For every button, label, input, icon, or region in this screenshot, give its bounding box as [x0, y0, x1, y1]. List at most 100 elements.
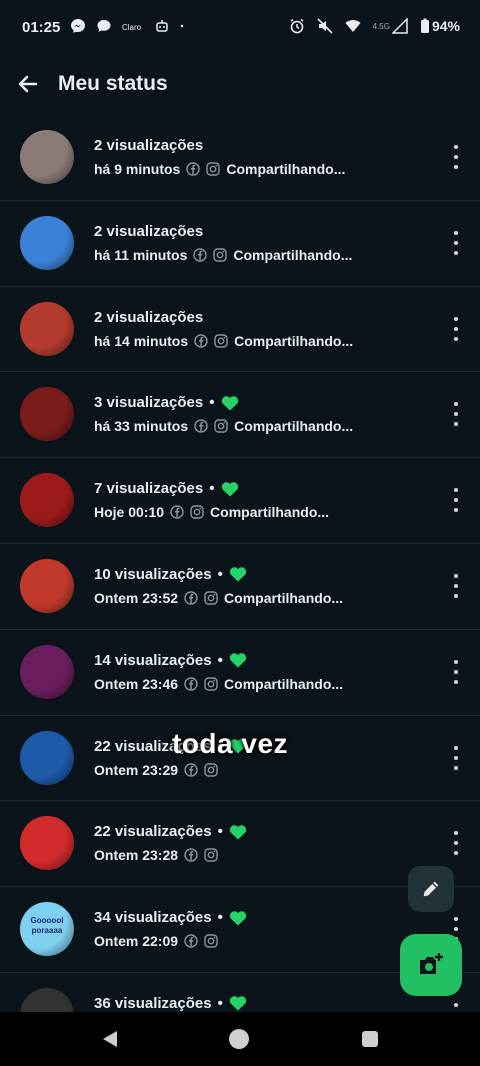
views-line: 10 visualizações • [94, 566, 247, 583]
pencil-icon [423, 881, 439, 897]
more-options-icon[interactable] [452, 316, 460, 341]
more-options-icon[interactable] [452, 573, 460, 598]
share-status: Compartilhando... [234, 418, 354, 435]
status-row[interactable]: 2 visualizações há 14 minutos Compartilhan… [0, 287, 480, 373]
dot-icon [180, 24, 184, 28]
nav-back-icon[interactable] [100, 1029, 120, 1049]
instagram-icon [214, 419, 228, 434]
views-count: 14 visualizações [94, 651, 212, 669]
share-status: Compartilhando... [226, 161, 346, 177]
status-thumbnail[interactable] [20, 387, 74, 442]
network-label: 4.5G [372, 21, 390, 31]
status-thumbnail[interactable] [20, 130, 74, 184]
share-status: Compartilhando... [224, 589, 344, 606]
more-options-icon[interactable] [452, 488, 460, 513]
more-options-icon[interactable] [452, 402, 460, 427]
instagram-icon [204, 934, 218, 948]
status-thumbnail[interactable] [20, 558, 74, 613]
status-time: há 14 minutos [94, 332, 189, 349]
battery: 94% [420, 18, 460, 34]
more-options-icon[interactable] [452, 659, 460, 684]
nav-recents-icon[interactable] [362, 1031, 378, 1047]
views-line: 36 visualizações • [94, 995, 247, 1012]
more-options-icon[interactable] [452, 831, 460, 856]
share-status: Compartilhando... [233, 246, 353, 263]
heart-icon [229, 825, 247, 840]
status-time: Ontem 22:09 [94, 933, 179, 950]
back-arrow-icon[interactable] [14, 70, 42, 98]
status-thumbnail[interactable] [20, 644, 74, 699]
status-row[interactable]: 10 visualizações • Ontem 23:52 Compartilhan… [0, 544, 480, 630]
more-options-icon[interactable] [452, 230, 460, 255]
views-count: 22 visualizações [94, 823, 212, 841]
status-row[interactable]: 2 visualizações há 9 minutos Compartilhand… [0, 115, 480, 201]
facebook-icon [184, 677, 198, 691]
share-status: Compartilhando... [210, 504, 330, 521]
heart-icon [229, 567, 247, 582]
svg-text:Claro: Claro [122, 23, 142, 32]
text-status-button[interactable] [408, 866, 454, 912]
separator-dot: • [217, 565, 223, 583]
more-options-icon[interactable] [452, 145, 460, 169]
facebook-icon [194, 419, 208, 434]
status-row[interactable]: 2 visualizações há 11 minutos Compartilhan… [0, 201, 480, 287]
status-bar: 01:25 Claro 4.5G 94% [0, 0, 480, 56]
facebook-icon [184, 762, 198, 777]
time-line: há 14 minutos Compartilhando... [94, 333, 353, 349]
battery-percent: 94% [431, 18, 460, 34]
camera-add-icon [420, 953, 443, 974]
mute-icon [317, 18, 333, 34]
app-header: Meu status [0, 56, 480, 112]
views-count: 2 visualizações [94, 222, 204, 240]
separator-dot: • [209, 394, 215, 412]
status-row[interactable]: 3 visualizações • há 33 minutos Compartilha… [0, 372, 480, 459]
status-thumbnail[interactable] [20, 473, 74, 528]
status-thumbnail[interactable] [20, 215, 74, 270]
separator-dot: • [217, 651, 223, 669]
views-line: 34 visualizações • [94, 909, 247, 926]
time-line: há 11 minutos Compartilhando... [94, 247, 352, 263]
time-line: Ontem 23:29 [94, 762, 218, 778]
instagram-icon [206, 162, 221, 176]
facebook-icon [170, 505, 184, 519]
nav-home-icon[interactable] [229, 1029, 249, 1049]
status-thumbnail[interactable] [20, 816, 74, 871]
status-thumbnail[interactable] [20, 301, 74, 356]
views-line: 3 visualizações • [94, 394, 239, 411]
heart-icon [221, 481, 238, 497]
instagram-icon [213, 248, 228, 262]
views-line: 2 visualizações [94, 137, 203, 154]
separator-dot: • [209, 480, 215, 498]
video-caption: toda vez [172, 728, 289, 759]
camera-status-button[interactable] [400, 934, 462, 996]
status-row[interactable]: 7 visualizações • Hoje 00:10 Compartilhando… [0, 458, 480, 544]
status-list: 2 visualizações há 9 minutos Compartilhand… [0, 115, 480, 1058]
instagram-icon [204, 848, 218, 863]
facebook-icon [184, 591, 198, 605]
claro-icon: Claro [122, 23, 142, 32]
time-line: Ontem 23:28 [94, 847, 218, 863]
status-time: Ontem 23:46 [94, 675, 179, 692]
facebook-icon [194, 333, 208, 348]
status-time: há 9 minutos [94, 161, 181, 177]
facebook-icon [193, 248, 208, 262]
thumbnail-text: Goooool poraaaa [30, 916, 64, 936]
time-line: Ontem 23:46 Compartilhando... [94, 676, 343, 692]
views-count: 34 visualizações [94, 909, 212, 927]
status-time: 01:25 [22, 19, 61, 36]
time-line: há 33 minutos Compartilhando... [94, 418, 353, 434]
chat-bubble-icon [97, 20, 111, 32]
status-row[interactable]: 14 visualizações • Ontem 23:46 Compartilhan… [0, 630, 480, 716]
views-line: 7 visualizações • [94, 480, 239, 497]
status-time: Hoje 00:10 [94, 504, 165, 521]
more-options-icon[interactable] [452, 745, 460, 770]
separator-dot: • [217, 994, 223, 1012]
instagram-icon [204, 677, 218, 691]
views-line: 2 visualizações [94, 309, 203, 326]
views-count: 2 visualizações [94, 137, 204, 154]
time-line: há 9 minutos Compartilhando... [94, 161, 345, 177]
status-thumbnail[interactable]: Goooool poraaaa [20, 902, 74, 957]
heart-icon [229, 910, 247, 926]
heart-icon [221, 396, 238, 411]
status-thumbnail[interactable] [20, 730, 74, 785]
